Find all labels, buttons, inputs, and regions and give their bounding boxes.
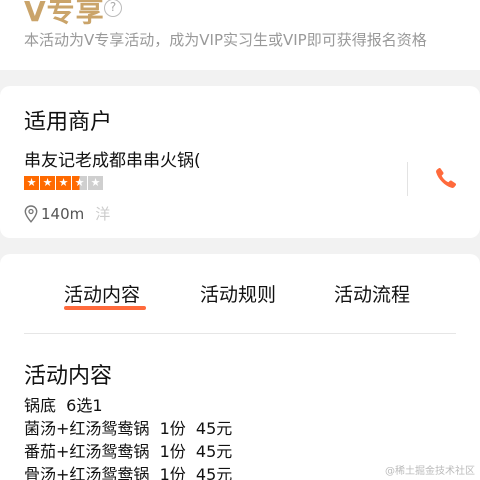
tab-activity-rules[interactable]: 活动规则 [200, 280, 276, 307]
vip-exclusive-card: V专享 ? 本活动为V专享活动，成为VIP实习生或VIP即可获得报名资格 [0, 0, 480, 70]
rating-stars: ★ ★ ★ ★ ★ [24, 176, 103, 190]
list-item: 骨汤+红汤鸳鸯锅 1份 45元 [24, 465, 233, 480]
section-title: 活动内容 [24, 364, 113, 389]
location-pin-icon [24, 204, 38, 223]
watermark: @稀土掘金技术社区 [385, 466, 475, 477]
list-item: 锅底 6选1 [24, 396, 103, 415]
merchant-heading: 适用商户 [24, 110, 113, 135]
list-item: 菌汤+红汤鸳鸯锅 1份 45元 [24, 419, 233, 438]
area-text: 洋 [95, 205, 111, 223]
active-tab-indicator [64, 306, 146, 310]
phone-icon[interactable] [434, 166, 458, 190]
star-icon: ★ [40, 176, 55, 190]
star-icon: ★ [56, 176, 71, 190]
list-item: 番茄+红汤鸳鸯锅 1份 45元 [24, 442, 233, 461]
distance-text: 140m [41, 204, 85, 223]
star-icon: ★ [88, 176, 103, 190]
tab-activity-content[interactable]: 活动内容 [64, 280, 140, 307]
help-icon[interactable]: ? [104, 0, 122, 17]
star-icon: ★ [24, 176, 39, 190]
star-icon: ★ [72, 176, 87, 190]
activity-content-card: 活动内容 活动规则 活动流程 活动内容 锅底 6选1 菌汤+红汤鸳鸯锅 1份 4… [0, 254, 480, 480]
vertical-divider [407, 162, 408, 196]
menu-list: 锅底 6选1 菌汤+红汤鸳鸯锅 1份 45元 番茄+红汤鸳鸯锅 1份 45元 骨… [24, 394, 232, 480]
tab-activity-process[interactable]: 活动流程 [334, 280, 410, 307]
merchant-card: 适用商户 串友记老成都串串火锅( ★ ★ ★ ★ ★ 140m 洋 [0, 86, 480, 238]
vip-title: V专享 [24, 0, 105, 28]
vip-description: 本活动为V专享活动，成为VIP实习生或VIP即可获得报名资格 [24, 31, 427, 49]
tab-bar: 活动内容 活动规则 活动流程 [24, 278, 456, 334]
merchant-name[interactable]: 串友记老成都串串火锅( [24, 146, 224, 171]
distance-row: 140m 洋 [24, 203, 110, 224]
